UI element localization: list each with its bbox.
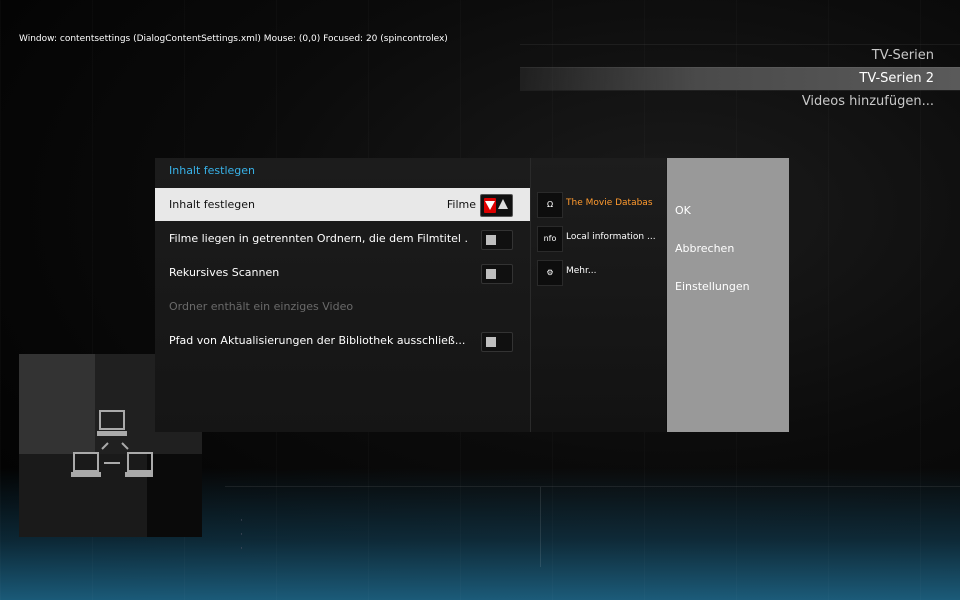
scraper-item-more[interactable]: ⚙ Mehr... [537, 260, 665, 286]
setting-label: Pfad von Aktualisierungen der Bibliothek… [169, 334, 466, 347]
toggle-knob [486, 337, 496, 347]
scraper-label: Local information ... [566, 232, 656, 242]
scraper-label: Mehr... [566, 266, 597, 276]
setting-single-video-folder: Ordner enthält ein einziges Video [155, 290, 530, 323]
source-item-add-videos[interactable]: Videos hinzufügen... [520, 90, 960, 113]
setting-recursive-scan[interactable]: Rekursives Scannen [155, 256, 530, 289]
scraper-item-tmdb[interactable]: Ω The Movie Databas [537, 192, 665, 218]
content-settings-dialog: Inhalt festlegen Inhalt festlegen Filme … [155, 158, 789, 432]
content-type-spinner[interactable] [480, 194, 513, 217]
setting-label: Filme liegen in getrennten Ordnern, die … [169, 232, 469, 245]
settings-panel: Inhalt festlegen Inhalt festlegen Filme … [155, 158, 530, 432]
setting-label: Ordner enthält ein einziges Video [169, 300, 354, 313]
gear-icon: ⚙ [537, 260, 563, 286]
dialog-button-panel: OK Abbrechen Einstellungen [667, 158, 789, 432]
source-item-tv-serien[interactable]: TV-Serien [520, 44, 960, 67]
toggle-knob [486, 269, 496, 279]
setting-value: Filme [446, 198, 476, 211]
spin-down-icon[interactable] [484, 198, 496, 213]
ok-button[interactable]: OK [675, 204, 691, 217]
setting-movies-in-separate-folders[interactable]: Filme liegen in getrennten Ordnern, die … [155, 222, 530, 255]
source-item-tv-serien-2[interactable]: TV-Serien 2 [520, 67, 960, 90]
nfo-icon: nfo [537, 226, 563, 252]
recursive-scan-toggle[interactable] [481, 264, 513, 284]
setting-label: Inhalt festlegen [169, 198, 256, 211]
bottom-dots: · · · [240, 516, 243, 554]
source-list: TV-Serien TV-Serien 2 Videos hinzufügen.… [520, 44, 960, 113]
cancel-button[interactable]: Abbrechen [675, 242, 734, 255]
scraper-item-local-info[interactable]: nfo Local information ... [537, 226, 665, 252]
toggle-knob [486, 235, 496, 245]
setting-content-type[interactable]: Inhalt festlegen Filme [155, 188, 530, 221]
exclude-updates-toggle[interactable] [481, 332, 513, 352]
debug-info: Window: contentsettings (DialogContentSe… [19, 34, 448, 44]
spin-up-icon[interactable] [498, 199, 508, 209]
bottom-separator [540, 487, 541, 567]
setting-label: Rekursives Scannen [169, 266, 280, 279]
setting-exclude-from-library-updates[interactable]: Pfad von Aktualisierungen der Bibliothek… [155, 324, 530, 357]
settings-button[interactable]: Einstellungen [675, 280, 750, 293]
scraper-list: Ω The Movie Databas nfo Local informatio… [530, 158, 666, 432]
dialog-title: Inhalt festlegen [169, 164, 256, 177]
separate-folders-toggle[interactable] [481, 230, 513, 250]
scraper-label: The Movie Databas [566, 198, 653, 208]
bottom-info-panel [225, 486, 960, 567]
network-icon [71, 410, 153, 477]
tmdb-logo-icon: Ω [537, 192, 563, 218]
